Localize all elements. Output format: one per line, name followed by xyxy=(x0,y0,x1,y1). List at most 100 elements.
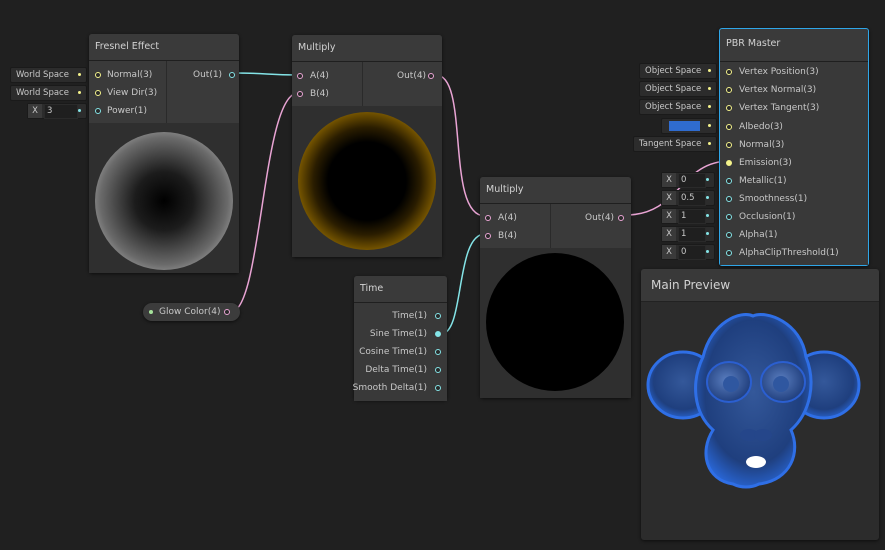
port-dot-icon xyxy=(95,89,101,96)
port-a[interactable]: A(4) xyxy=(485,211,517,225)
glow-sphere xyxy=(298,112,436,250)
port-alpha-clip[interactable]: AlphaClipThreshold(1) xyxy=(726,246,839,260)
port-out[interactable]: Out(4) xyxy=(585,211,624,225)
port-emission[interactable]: Emission(3) xyxy=(726,156,792,170)
port-cosine-time[interactable]: Cosine Time(1) xyxy=(359,345,441,359)
connector-dot-icon xyxy=(78,73,81,76)
port-dot-icon xyxy=(224,308,230,315)
port-dot-icon xyxy=(297,90,303,97)
port-dot-icon xyxy=(435,330,441,337)
fresnel-power-field[interactable]: X 3 xyxy=(27,103,87,119)
connector-dot-icon xyxy=(78,109,81,112)
port-time[interactable]: Time(1) xyxy=(392,309,441,323)
port-dot-icon xyxy=(435,384,441,391)
time-node[interactable]: Time Time(1) Sine Time(1) Cosine Time(1)… xyxy=(353,276,447,401)
port-a[interactable]: A(4) xyxy=(297,69,329,83)
port-normal[interactable]: Normal(3) xyxy=(726,138,784,152)
port-out[interactable]: Out(1) xyxy=(193,68,235,82)
multiply2-title: Multiply xyxy=(480,177,631,204)
port-dot-icon xyxy=(726,141,732,148)
port-sine-time[interactable]: Sine Time(1) xyxy=(370,327,441,341)
port-b[interactable]: B(4) xyxy=(297,87,329,101)
alpha-clip-field[interactable]: X 0 xyxy=(661,244,715,260)
connector-dot-icon xyxy=(706,250,709,253)
port-dot-icon xyxy=(726,213,732,220)
connector-dot-icon xyxy=(706,232,709,235)
port-alpha[interactable]: Alpha(1) xyxy=(726,228,777,242)
port-smooth-delta[interactable]: Smooth Delta(1) xyxy=(353,381,441,395)
port-occlusion[interactable]: Occlusion(1) xyxy=(726,210,795,224)
multiply-node-1[interactable]: Multiply A(4) B(4) Out(4) xyxy=(292,35,442,257)
port-view-dir[interactable]: View Dir(3) xyxy=(95,86,157,100)
port-dot-icon xyxy=(435,366,441,373)
port-dot-icon xyxy=(726,159,732,166)
fresnel-viewdir-space-field[interactable]: World Space xyxy=(10,85,87,101)
connector-dot-icon xyxy=(708,69,711,72)
port-dot-icon xyxy=(435,348,441,355)
monkey-mouth xyxy=(746,456,766,468)
glow-color-property[interactable]: Glow Color(4) xyxy=(143,303,240,321)
port-dot-icon xyxy=(726,177,732,184)
wire-fresnel-to-multiply-a xyxy=(233,72,299,76)
wire-multiply2-to-emission xyxy=(625,160,731,216)
port-albedo[interactable]: Albedo(3) xyxy=(726,120,783,134)
normal-map-space-field[interactable]: Tangent Space xyxy=(633,136,717,152)
port-dot-icon xyxy=(726,231,732,238)
wire-multiply1-to-multiply2-a xyxy=(435,74,486,217)
port-smoothness[interactable]: Smoothness(1) xyxy=(726,192,807,206)
vertex-normal-space-field[interactable]: Object Space xyxy=(639,81,717,97)
port-dot-icon xyxy=(726,123,732,130)
port-dot-icon xyxy=(726,249,732,256)
fresnel-preview xyxy=(89,123,239,273)
port-vertex-normal[interactable]: Vertex Normal(3) xyxy=(726,83,816,97)
connector-dot-icon xyxy=(708,87,711,90)
port-dot-icon xyxy=(726,104,732,111)
albedo-swatch[interactable] xyxy=(669,121,700,131)
smoothness-field[interactable]: X 0.5 xyxy=(661,190,715,206)
main-preview-panel[interactable]: Main Preview xyxy=(641,269,879,540)
port-dot-icon xyxy=(726,68,732,75)
albedo-color-field[interactable] xyxy=(661,118,717,134)
vertex-position-space-field[interactable]: Object Space xyxy=(639,63,717,79)
black-sphere xyxy=(486,253,624,391)
port-dot-icon xyxy=(485,232,491,239)
alpha-field[interactable]: X 1 xyxy=(661,226,715,242)
connector-dot-icon xyxy=(706,178,709,181)
port-b[interactable]: B(4) xyxy=(485,229,517,243)
fresnel-normal-space-field[interactable]: World Space xyxy=(10,67,87,83)
time-title: Time xyxy=(354,276,447,303)
connector-dot-icon xyxy=(706,214,709,217)
main-preview-title: Main Preview xyxy=(641,269,879,302)
port-dot-icon xyxy=(297,72,303,79)
occlusion-field[interactable]: X 1 xyxy=(661,208,715,224)
metallic-field[interactable]: X 0 xyxy=(661,172,715,188)
port-dot-icon xyxy=(618,214,624,221)
connector-dot-icon xyxy=(78,91,81,94)
fresnel-effect-node[interactable]: Fresnel Effect Normal(3) View Dir(3) Pow… xyxy=(89,34,239,273)
multiply1-title: Multiply xyxy=(292,35,442,62)
port-normal[interactable]: Normal(3) xyxy=(95,68,152,82)
port-vertex-position[interactable]: Vertex Position(3) xyxy=(726,65,819,79)
port-out[interactable]: Out(4) xyxy=(397,69,434,83)
port-power[interactable]: Power(1) xyxy=(95,104,147,118)
port-dot-icon xyxy=(95,71,101,78)
port-dot-icon xyxy=(726,86,732,93)
port-metallic[interactable]: Metallic(1) xyxy=(726,174,787,188)
wire-glow-to-multiply-b xyxy=(230,92,299,313)
fresnel-title: Fresnel Effect xyxy=(89,34,239,61)
monkey-head-preview[interactable] xyxy=(641,302,879,540)
pbr-master-ports: Vertex Position(3) Vertex Normal(3) Vert… xyxy=(720,62,868,265)
port-vertex-tangent[interactable]: Vertex Tangent(3) xyxy=(726,101,819,115)
vertex-tangent-space-field[interactable]: Object Space xyxy=(639,99,717,115)
port-dot-icon xyxy=(726,195,732,202)
multiply2-preview xyxy=(480,248,631,398)
connector-dot-icon xyxy=(708,142,711,145)
fresnel-sphere xyxy=(95,132,233,270)
multiply-node-2[interactable]: Multiply A(4) B(4) Out(4) xyxy=(480,177,631,398)
connector-dot-icon xyxy=(706,196,709,199)
pbr-master-node[interactable]: PBR Master Vertex Position(3) Vertex Nor… xyxy=(719,28,869,266)
port-dot-icon xyxy=(435,312,441,319)
port-dot-icon xyxy=(95,107,101,114)
property-dot-icon xyxy=(149,310,153,314)
port-delta-time[interactable]: Delta Time(1) xyxy=(365,363,441,377)
